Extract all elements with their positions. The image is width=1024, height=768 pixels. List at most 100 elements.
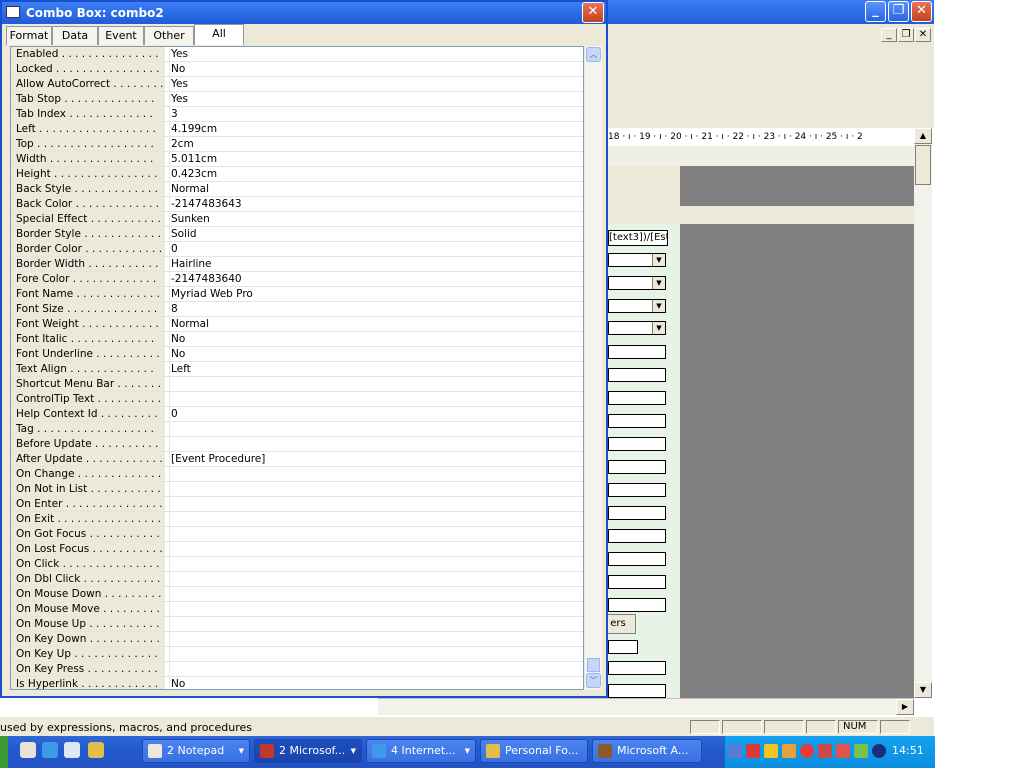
property-row[interactable]: Tab Stop . . . . . . . . . . . . . . Yes xyxy=(11,92,583,107)
property-value[interactable]: No xyxy=(171,332,185,346)
taskbar-button-microsoft[interactable]: 2 Microsof... ▼ xyxy=(254,739,362,763)
close-icon[interactable]: ✕ xyxy=(582,2,604,23)
property-row[interactable]: Border Width . . . . . . . . . . . Hairli… xyxy=(11,257,583,272)
taskbar-button-internet[interactable]: 4 Internet... ▼ xyxy=(366,739,476,763)
property-value[interactable]: -2147483640 xyxy=(171,272,242,286)
text-field[interactable] xyxy=(608,483,666,497)
property-sheet-title-bar[interactable]: Combo Box: combo2 ✕ xyxy=(2,2,606,24)
text-field[interactable] xyxy=(608,575,666,589)
property-row[interactable]: On Change . . . . . . . . . . . . . xyxy=(11,467,583,482)
scroll-down-icon[interactable]: ▼ xyxy=(914,682,932,698)
property-value[interactable]: Solid xyxy=(171,227,197,241)
mdi-minimize-button[interactable]: _ xyxy=(881,28,897,42)
property-row[interactable]: Enabled . . . . . . . . . . . . . . . Yes xyxy=(11,47,583,62)
property-row[interactable]: On Not in List . . . . . . . . . . . xyxy=(11,482,583,497)
property-row[interactable]: Special Effect . . . . . . . . . . . Sunk… xyxy=(11,212,583,227)
close-button[interactable]: ✕ xyxy=(911,1,932,22)
chevron-down-icon[interactable]: ▼ xyxy=(652,254,665,266)
text-field[interactable] xyxy=(608,437,666,451)
property-row[interactable]: Back Style . . . . . . . . . . . . . Norm… xyxy=(11,182,583,197)
start-button[interactable] xyxy=(0,736,8,768)
expression-textbox[interactable]: [text3])/[Est xyxy=(608,230,668,246)
property-row[interactable]: Height . . . . . . . . . . . . . . . . 0.… xyxy=(11,167,583,182)
property-row[interactable]: Font Italic . . . . . . . . . . . . . No xyxy=(11,332,583,347)
text-field[interactable] xyxy=(608,640,638,654)
property-row[interactable]: Allow AutoCorrect . . . . . . . . Yes xyxy=(11,77,583,92)
property-row[interactable]: Back Color . . . . . . . . . . . . . -214… xyxy=(11,197,583,212)
property-value[interactable]: Myriad Web Pro xyxy=(171,287,253,301)
property-value[interactable]: Yes xyxy=(171,92,188,106)
minimize-button[interactable]: _ xyxy=(865,1,886,22)
property-row[interactable]: ControlTip Text . . . . . . . . . . xyxy=(11,392,583,407)
scroll-up-icon[interactable]: ︿ xyxy=(586,47,601,62)
text-field[interactable] xyxy=(608,661,666,675)
tab-all[interactable]: All xyxy=(194,24,244,45)
combo-field[interactable]: ▼ xyxy=(608,253,666,267)
property-row[interactable]: On Mouse Down . . . . . . . . . xyxy=(11,587,583,602)
taskbar-button-access[interactable]: Microsoft A... xyxy=(592,739,702,763)
property-row[interactable]: Help Context Id . . . . . . . . .0 xyxy=(11,407,583,422)
text-field[interactable] xyxy=(608,391,666,405)
tray-app-icon[interactable] xyxy=(836,744,850,758)
property-row[interactable]: Top . . . . . . . . . . . . . . . . . .2… xyxy=(11,137,583,152)
property-row[interactable]: On Key Down . . . . . . . . . . . xyxy=(11,632,583,647)
tab-format[interactable]: Format xyxy=(6,26,52,45)
property-row[interactable]: On Click . . . . . . . . . . . . . . . xyxy=(11,557,583,572)
property-row[interactable]: Fore Color . . . . . . . . . . . . . -214… xyxy=(11,272,583,287)
property-row[interactable]: Locked . . . . . . . . . . . . . . . . No xyxy=(11,62,583,77)
property-row[interactable]: Border Color . . . . . . . . . . . .0 xyxy=(11,242,583,257)
property-value[interactable]: 0.423cm xyxy=(171,167,217,181)
property-row[interactable]: Font Underline . . . . . . . . . . No xyxy=(11,347,583,362)
property-row[interactable]: Font Name . . . . . . . . . . . . . Myria… xyxy=(11,287,583,302)
property-row[interactable]: Tag . . . . . . . . . . . . . . . . . . xyxy=(11,422,583,437)
property-row[interactable]: Is Hyperlink . . . . . . . . . . . . No xyxy=(11,677,583,689)
property-value[interactable]: Sunken xyxy=(171,212,210,226)
app-icon[interactable] xyxy=(88,742,104,758)
property-row[interactable]: On Lost Focus . . . . . . . . . . . xyxy=(11,542,583,557)
property-value[interactable]: 4.199cm xyxy=(171,122,217,136)
text-field[interactable] xyxy=(608,414,666,428)
scroll-right-icon[interactable]: ▶ xyxy=(896,699,914,715)
property-row[interactable]: Width . . . . . . . . . . . . . . . . 5.0… xyxy=(11,152,583,167)
tray-app-icon[interactable] xyxy=(782,744,796,758)
property-value[interactable]: 5.011cm xyxy=(171,152,217,166)
property-row[interactable]: Font Size . . . . . . . . . . . . . .8 xyxy=(11,302,583,317)
window-icon[interactable] xyxy=(64,742,80,758)
property-value[interactable]: 3 xyxy=(171,107,178,121)
chevron-down-icon[interactable]: ▼ xyxy=(652,300,665,312)
taskbar-button-notepad[interactable]: 2 Notepad ▼ xyxy=(142,739,250,763)
property-row[interactable]: Left . . . . . . . . . . . . . . . . . .… xyxy=(11,122,583,137)
chevron-down-icon[interactable]: ▼ xyxy=(652,322,665,334)
property-row[interactable]: On Mouse Move . . . . . . . . . xyxy=(11,602,583,617)
property-row[interactable]: On Exit . . . . . . . . . . . . . . . . xyxy=(11,512,583,527)
property-value[interactable]: -2147483643 xyxy=(171,197,242,211)
property-row[interactable]: Border Style . . . . . . . . . . . . Soli… xyxy=(11,227,583,242)
property-value[interactable]: 2cm xyxy=(171,137,194,151)
mdi-restore-button[interactable]: ❐ xyxy=(898,28,914,42)
taskbar-button-personal[interactable]: Personal Fo... xyxy=(480,739,588,763)
property-row[interactable]: Font Weight . . . . . . . . . . . . Norma… xyxy=(11,317,583,332)
mdi-close-button[interactable]: ✕ xyxy=(915,28,931,42)
user-icon[interactable] xyxy=(854,744,868,758)
restore-button[interactable]: ❐ xyxy=(888,1,909,22)
tray-app-icon[interactable] xyxy=(818,744,832,758)
text-field[interactable] xyxy=(608,529,666,543)
tab-data[interactable]: Data xyxy=(52,26,98,45)
property-row[interactable]: On Key Press . . . . . . . . . . . xyxy=(11,662,583,677)
property-row[interactable]: On Got Focus . . . . . . . . . . . xyxy=(11,527,583,542)
property-value[interactable]: [Event Procedure] xyxy=(171,452,265,466)
property-value[interactable]: Left xyxy=(171,362,191,376)
property-row[interactable]: On Dbl Click . . . . . . . . . . . . xyxy=(11,572,583,587)
scroll-down-icon[interactable]: ﹀ xyxy=(586,673,601,688)
property-row[interactable]: After Update . . . . . . . . . . . . [Eve… xyxy=(11,452,583,467)
network-icon[interactable] xyxy=(728,744,742,758)
property-value[interactable]: Normal xyxy=(171,182,209,196)
text-field[interactable] xyxy=(608,552,666,566)
property-value[interactable]: Hairline xyxy=(171,257,212,271)
property-value[interactable]: No xyxy=(171,62,185,76)
text-field[interactable] xyxy=(608,460,666,474)
combo-field[interactable]: ▼ xyxy=(608,276,666,290)
property-list-scrollbar[interactable]: ︿ ﹀ xyxy=(585,46,602,690)
property-row[interactable]: Shortcut Menu Bar . . . . . . . xyxy=(11,377,583,392)
text-field[interactable] xyxy=(608,506,666,520)
